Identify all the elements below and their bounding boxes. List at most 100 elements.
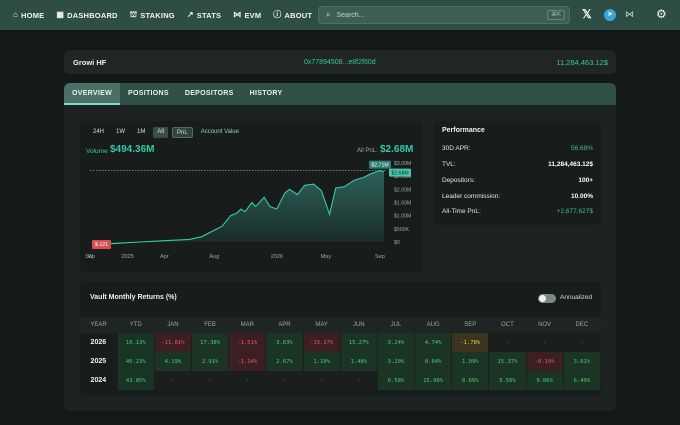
x-tick-label: 2026 <box>271 254 283 260</box>
column-header: MAY <box>303 317 341 333</box>
return-cell: 1.19% <box>303 352 341 371</box>
tab-history[interactable]: HISTORY <box>242 83 291 105</box>
volume-value: $494.36M <box>110 144 155 155</box>
column-header: SEP <box>451 317 489 333</box>
return-cell: - <box>340 371 378 390</box>
column-header: OCT <box>488 317 527 333</box>
monthly-returns-title: Vault Monthly Returns (%) <box>90 294 177 301</box>
table-row: 2024 43.85% - - - - - -0.58% 15.90% 0.66% 5.56% 9.0… <box>80 371 601 390</box>
nav-dashboard[interactable]: ▦ DASHBOARD <box>56 11 117 20</box>
year-cell: 2026 <box>80 333 118 352</box>
gear-icon[interactable]: ⚙ <box>656 7 667 21</box>
return-cell: 6.49% <box>563 371 601 390</box>
info-icon: ⓘ <box>273 10 282 19</box>
y-tick-label: $1.50M <box>394 201 411 207</box>
evm-icon: ⋈ <box>233 10 242 19</box>
perf-label: 30D APR: <box>442 145 471 152</box>
return-cell: 15.90% <box>414 371 453 390</box>
search-box[interactable]: ⌕ ⌘K <box>318 6 570 24</box>
link-icon[interactable]: ⋈ <box>625 9 634 20</box>
perf-value: 11,284,463.12$ <box>548 161 593 168</box>
return-cell: 3.63% <box>265 333 304 352</box>
y-tick-label: $3.00M <box>394 161 411 167</box>
return-cell: 3.61% <box>563 352 601 371</box>
mode-account-value-button[interactable]: Account Value <box>197 127 243 138</box>
return-cell: - <box>526 333 564 352</box>
column-header: MAR <box>228 317 266 333</box>
return-cell: 43.85% <box>117 371 155 390</box>
x-tick-label: Sep <box>375 254 385 260</box>
tab-depositors[interactable]: DEPOSITORS <box>177 83 242 105</box>
mode-pnl-button[interactable]: PnL <box>172 127 193 138</box>
x-tick-label: May <box>321 254 332 260</box>
column-header: DEC <box>563 317 601 333</box>
telegram-icon[interactable]: ➤ <box>604 9 616 21</box>
nav-about[interactable]: ⓘ ABOUT <box>273 11 312 20</box>
return-cell: 2.91% <box>191 352 230 371</box>
return-cell: -1.78% <box>451 333 490 352</box>
return-cell: 17.38% <box>191 333 230 352</box>
low-label: $-121 <box>95 242 108 248</box>
pnl-chart-card: $3.00M $2.50M $2.00M $1.50M $1.00M $500K $0 Sep… <box>80 121 422 272</box>
range-all-button[interactable]: All <box>153 127 169 138</box>
nav-evm-label: EVM <box>244 10 262 20</box>
annualized-toggle[interactable] <box>538 294 556 303</box>
nav-dashboard-label: DASHBOARD <box>67 10 118 20</box>
range-1m-button[interactable]: 1M <box>133 127 149 138</box>
tab-positions[interactable]: POSITIONS <box>120 83 177 105</box>
nav-home[interactable]: ⌂ HOME <box>13 11 44 20</box>
return-cell: - <box>265 371 304 390</box>
x-icon[interactable]: 𝕏 <box>582 7 592 21</box>
vault-name: Growi HF <box>73 57 107 67</box>
vault-tvl: 11,284,463.12$ <box>556 57 608 67</box>
perf-label: TVL: <box>442 161 456 168</box>
perf-label: Depositors: <box>442 177 475 184</box>
perf-value: 56.68% <box>570 145 593 152</box>
perf-row-tvl: TVL: 11,284,463.12$ <box>442 161 593 168</box>
tab-bar: OVERVIEW POSITIONS DEPOSITORS HISTORY <box>64 83 616 105</box>
return-cell: - <box>488 333 527 352</box>
return-cell: 0.66% <box>451 371 490 390</box>
return-cell: -1.14% <box>228 352 267 371</box>
nav-stats[interactable]: ↗ STATS <box>187 11 221 20</box>
return-cell: 40.23% <box>117 352 155 371</box>
perf-value: 10.00% <box>570 193 593 200</box>
return-cell: 15.37% <box>488 352 527 371</box>
return-cell: - <box>228 371 267 390</box>
perf-label: Leader commission: <box>442 193 501 200</box>
nav-stats-label: STATS <box>196 10 222 20</box>
return-cell: 5.56% <box>488 371 527 390</box>
pnl-value: $2.68M <box>380 144 414 155</box>
nav-about-label: ABOUT <box>284 10 313 20</box>
column-header: JAN <box>154 317 192 333</box>
annualized-label: Annualized <box>560 294 593 301</box>
table-header-row: YEAR YTD JAN FEB MAR APR MAY JUN JUL AUG SEP OCT NOV… <box>80 317 601 333</box>
nav-staking-label: STAKING <box>140 10 175 20</box>
range-24h-button[interactable]: 24H <box>89 127 108 138</box>
return-cell: - <box>154 371 193 390</box>
return-cell: - <box>191 371 230 390</box>
vault-panel: OVERVIEW POSITIONS DEPOSITORS HISTORY $3… <box>64 83 616 411</box>
year-cell: 2024 <box>80 371 118 390</box>
y-tick-label: $500K <box>394 227 410 233</box>
nav-home-label: HOME <box>21 10 45 20</box>
search-shortcut: ⌘K <box>546 10 565 20</box>
nav-evm[interactable]: ⋈ EVM <box>233 11 261 20</box>
return-cell: 4.19% <box>154 352 193 371</box>
return-cell: -13.17% <box>303 333 341 352</box>
perf-value: +2,677,627$ <box>556 208 593 215</box>
perf-row-apr: 30D APR: 56.68% <box>442 145 593 152</box>
range-1w-button[interactable]: 1W <box>112 127 129 138</box>
return-cell: 10.13% <box>117 333 155 352</box>
trend-icon: ↗ <box>186 10 194 19</box>
pnl-label: All PnL: <box>357 148 378 154</box>
return-cell: 3.24% <box>377 333 416 352</box>
vault-address[interactable]: 0x77894508...e8f2f60d <box>304 59 376 66</box>
tab-overview[interactable]: OVERVIEW <box>64 83 121 105</box>
y-tick-label: $2.00M <box>394 187 411 193</box>
column-header: AUG <box>414 317 452 333</box>
monthly-returns-card: Vault Monthly Returns (%) Annualized YEA… <box>80 282 601 395</box>
nav-staking[interactable]: ⛫ STAKING <box>130 11 175 20</box>
high-label: $2.71M <box>371 163 388 169</box>
search-input[interactable] <box>336 11 527 19</box>
